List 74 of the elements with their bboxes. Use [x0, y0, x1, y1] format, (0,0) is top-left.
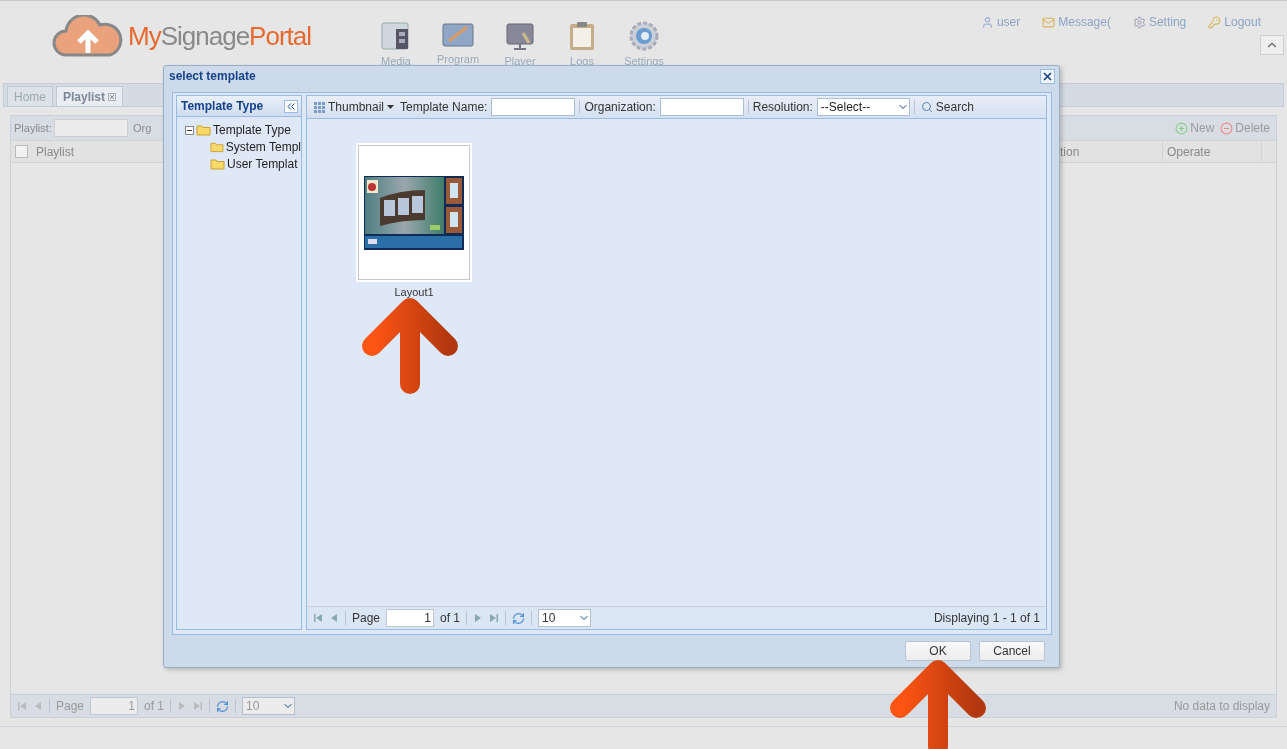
template-name: Layout1: [394, 286, 434, 298]
playlist-field[interactable]: [53, 119, 128, 137]
tab[interactable]: Playlist: [56, 86, 124, 106]
dialog-title: select template: [169, 69, 256, 83]
user-icon: [980, 15, 994, 29]
refresh-icon[interactable]: [512, 611, 526, 625]
close-button[interactable]: [1040, 68, 1055, 84]
monitor-icon: [505, 21, 535, 51]
header-link[interactable]: Message(: [1042, 15, 1111, 29]
logo-text: MySignagePortal: [128, 20, 311, 52]
dialog-button[interactable]: OK: [905, 641, 971, 661]
previous-page-icon[interactable]: [329, 613, 339, 623]
tree-node[interactable]: System Templ: [185, 140, 301, 154]
search-icon: [920, 101, 933, 113]
page-field[interactable]: 1: [386, 609, 435, 627]
field-label: Resolution:: [752, 100, 813, 114]
template-card[interactable]: [356, 143, 472, 282]
field-label: Template Name:: [400, 100, 488, 114]
dialog-button[interactable]: Cancel: [979, 641, 1045, 661]
page-size-select[interactable]: 10: [538, 609, 592, 627]
envelope-icon: [1042, 15, 1056, 29]
field-label: Playlist:: [14, 122, 52, 134]
page-label: Page: [352, 611, 381, 625]
clipboard-icon: [568, 21, 596, 51]
gear-icon: [629, 21, 659, 51]
field-label: Org: [132, 122, 152, 134]
caret-icon: [387, 105, 395, 109]
refresh-icon[interactable]: [216, 699, 230, 713]
first-page-icon[interactable]: [17, 701, 27, 711]
header-link[interactable]: Setting: [1132, 15, 1187, 29]
remove-icon: [1220, 121, 1234, 135]
page-count: of 1: [440, 611, 461, 625]
nav-button[interactable]: Program: [434, 21, 482, 67]
tree-node[interactable]: Template Type: [185, 123, 301, 137]
toolbar-button[interactable]: New: [1172, 121, 1218, 135]
toolbar-button[interactable]: Delete: [1217, 121, 1273, 135]
grid-icon: [314, 101, 325, 113]
expander-button[interactable]: [185, 125, 194, 135]
previous-page-icon[interactable]: [33, 701, 43, 711]
organization-field[interactable]: [659, 98, 744, 116]
easel-icon: [441, 21, 475, 49]
template-name-field[interactable]: [491, 98, 576, 116]
page-size-select[interactable]: 10: [242, 697, 296, 715]
cloud-upload-icon: [52, 15, 124, 57]
pager-status: No data to display: [1173, 699, 1270, 713]
key-icon: [1208, 15, 1222, 29]
tab[interactable]: Home: [7, 86, 53, 106]
column-header[interactable]: Operate: [1163, 141, 1262, 162]
view-dropdown[interactable]: Thumbnail: [312, 100, 397, 114]
film-folder-icon: [380, 21, 412, 51]
collapse-button[interactable]: [1260, 35, 1284, 55]
field-label: Organization:: [584, 100, 656, 114]
page-count: of 1: [144, 699, 165, 713]
search-button[interactable]: Search: [918, 100, 976, 114]
page-field[interactable]: 1: [90, 697, 139, 715]
page-label: Page: [56, 699, 85, 713]
pager-status: Displaying 1 - 1 of 1: [933, 611, 1040, 625]
tree-node[interactable]: User Templat: [185, 157, 301, 171]
settings-icon: [1132, 15, 1146, 29]
folder-icon: [210, 158, 225, 170]
folder-icon: [196, 124, 211, 136]
panel-title: Template Type: [181, 99, 264, 113]
nav-button[interactable]: Player: [496, 21, 544, 67]
first-page-icon[interactable]: [313, 613, 323, 623]
add-icon: [1175, 121, 1189, 135]
resolution-select[interactable]: --Select--: [816, 98, 910, 116]
collapse-button[interactable]: [284, 99, 298, 113]
header-link[interactable]: user: [980, 15, 1021, 29]
checkbox[interactable]: [15, 145, 28, 158]
header-link[interactable]: Logout: [1208, 15, 1261, 29]
close-icon[interactable]: [108, 92, 117, 101]
last-page-icon[interactable]: [193, 701, 204, 711]
double-chevron-left-icon: [287, 102, 295, 110]
last-page-icon[interactable]: [489, 613, 500, 623]
